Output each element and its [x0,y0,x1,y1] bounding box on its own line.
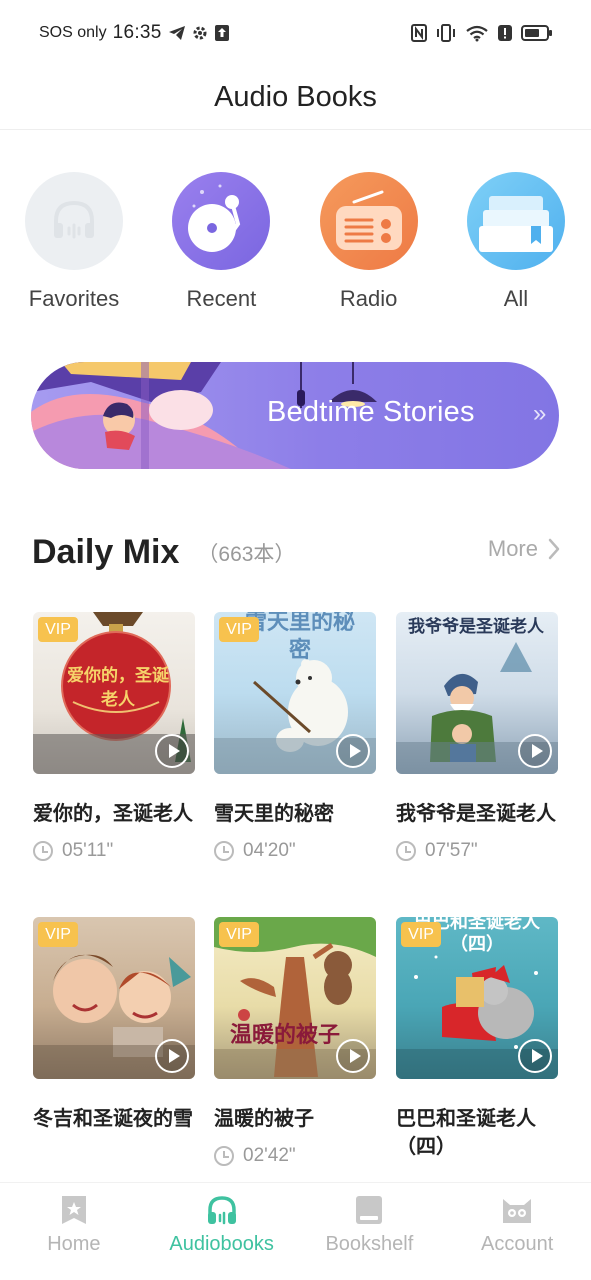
book-duration: 02'42" [214,1145,376,1167]
upload-icon [214,25,229,41]
headphones-icon [25,172,123,270]
book-card[interactable]: VIP 冬吉和圣诞夜的雪 [33,917,195,1133]
category-row: Favorites Recent Radio All [0,172,591,312]
nav-home[interactable]: Home [14,1193,134,1280]
play-icon[interactable] [518,1039,552,1073]
banner-title: Bedtime Stories [267,396,475,428]
vip-badge: VIP [38,922,78,947]
vip-badge: VIP [401,922,441,947]
book-cover: 我爷爷是圣诞老人 [396,612,558,774]
duration-text: 02'42" [243,1145,296,1166]
vip-badge: VIP [38,617,78,642]
book-card[interactable]: 爱你的，圣诞老人 VIP 爱你的，圣诞老人 05'11" [33,612,195,862]
nav-account[interactable]: Account [457,1193,577,1280]
book-card[interactable]: 我爷爷是圣诞老人 我爷爷是圣诞老人 07'57" [396,612,558,862]
book-duration: 04'20" [214,840,376,862]
daily-mix-header: Daily Mix （663本） More [32,530,560,574]
alert-icon [498,25,512,41]
book-duration: 05'11" [33,840,195,862]
status-left: SOS only 16:35 [39,22,230,44]
nfc-icon [411,24,427,42]
chevron-right-icon [548,538,560,560]
section-count: （663本） [197,543,296,566]
nav-bookshelf[interactable]: Bookshelf [309,1193,429,1280]
more-link[interactable]: More [488,536,560,562]
book-card[interactable]: 温暖的被子 VIP 温暖的被子 02'42" [214,917,376,1167]
nav-label: Bookshelf [325,1233,414,1255]
bedtime-stories-banner[interactable]: Bedtime Stories » [31,362,559,469]
duration-text: 07'57" [425,840,478,861]
nav-label: Audiobooks [169,1233,274,1255]
book-card[interactable]: 雪天里的秘密 VIP 雪天里的秘密 04'20" [214,612,376,862]
nav-label: Account [480,1233,554,1255]
clock-icon [214,841,234,861]
clock-icon [396,841,416,861]
carrier-text: SOS only [39,24,107,41]
wifi-icon [466,25,488,42]
book-title: 雪天里的秘密 [214,803,334,825]
book-title: 爱你的，圣诞老人 [33,803,193,825]
category-label: All [503,286,529,311]
app-header: Audio Books [0,66,591,130]
headphones-icon [207,1196,236,1225]
bottom-nav: Home Audiobooks Bookshelf Account [0,1182,591,1280]
cat-face-icon [503,1199,532,1223]
clock-icon [214,1146,234,1166]
vip-badge: VIP [219,922,259,947]
book-duration: 07'57" [396,840,558,862]
page-title: Audio Books [214,81,377,113]
duration-text: 05'11" [62,840,114,861]
double-chevron-right-icon: » [533,400,547,427]
book-title: 巴巴和圣诞老人（四） [396,1108,536,1158]
books-stack-icon [466,172,565,270]
category-radio[interactable]: Radio [319,172,419,312]
book-cover: 温暖的被子 VIP [214,917,376,1079]
play-icon[interactable] [155,734,189,768]
cover-title-text: 我爷爷是圣诞老人 [408,617,544,636]
vibrate-icon [437,24,455,42]
home-star-icon [61,1196,86,1224]
gear-icon [193,26,207,40]
clock-text: 16:35 [112,22,162,43]
book-cover: 雪天里的秘密 VIP [214,612,376,774]
book-cover: VIP [33,917,195,1079]
status-right [411,24,553,42]
category-label: Radio [339,286,398,311]
play-icon[interactable] [336,734,370,768]
radio-icon [319,172,418,270]
book-title: 我爷爷是圣诞老人 [396,803,556,825]
category-favorites[interactable]: Favorites [24,172,124,312]
bookshelf-icon [356,1196,383,1224]
more-label: More [487,536,538,561]
book-title: 冬吉和圣诞夜的雪 [33,1108,193,1130]
nav-label: Home [47,1233,101,1255]
category-all[interactable]: All [466,172,566,312]
record-player-icon [172,172,271,270]
section-title: Daily Mix [32,532,180,571]
category-label: Recent [186,286,257,311]
book-cover: 巴巴和圣诞老人（四） VIP [396,917,558,1079]
play-icon[interactable] [336,1039,370,1073]
vip-badge: VIP [219,617,259,642]
book-card[interactable]: 巴巴和圣诞老人（四） VIP 巴巴和圣诞老人（四） [396,917,558,1161]
play-icon[interactable] [518,734,552,768]
play-icon[interactable] [155,1039,189,1073]
nav-audiobooks[interactable]: Audiobooks [162,1193,282,1280]
duration-text: 04'20" [243,840,296,861]
clock-icon [33,841,53,861]
book-cover: 爱你的，圣诞老人 VIP [33,612,195,774]
telegram-icon [168,26,185,40]
status-bar: SOS only 16:35 [0,0,591,66]
category-recent[interactable]: Recent [171,172,271,312]
category-label: Favorites [28,286,120,311]
battery-icon [521,25,552,41]
book-title: 温暖的被子 [214,1108,314,1130]
cover-title-text: 爱你的，圣诞老人 [67,666,169,709]
